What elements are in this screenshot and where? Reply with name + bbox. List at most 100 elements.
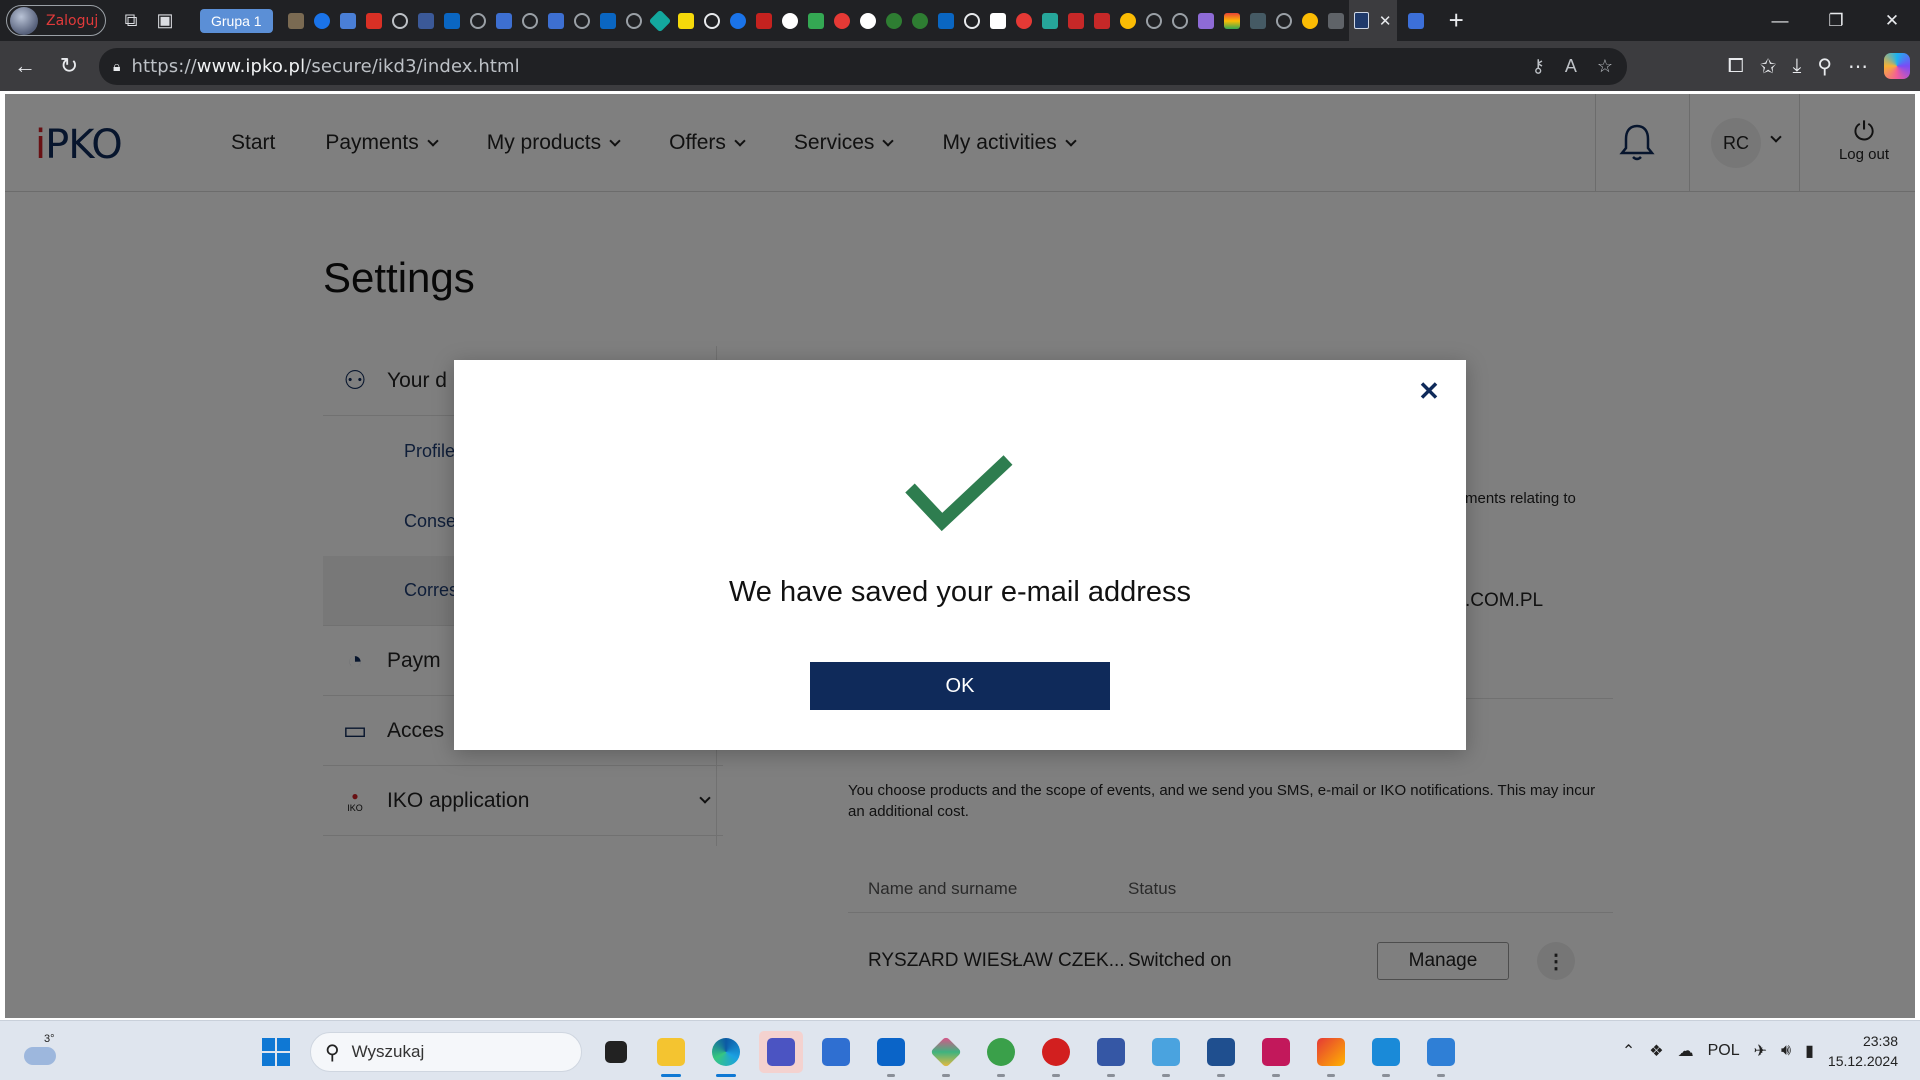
task-view-icon[interactable] [594,1031,638,1073]
tab-favicon[interactable] [1115,8,1141,34]
confirmation-dialog: ✕ We have saved your e-mail address OK [454,360,1466,750]
monitor-app-icon[interactable] [1144,1031,1188,1077]
start-button[interactable] [262,1038,290,1066]
tab-favicon[interactable] [907,8,933,34]
tab-favicon[interactable] [491,8,517,34]
checkmark-icon [905,455,1013,532]
tab-group-chip[interactable]: Grupa 1 [200,8,273,33]
profile-button[interactable]: Zaloguj [6,5,106,36]
app-icon[interactable] [924,1031,968,1077]
tab-favicon[interactable] [959,8,985,34]
tab-favicon[interactable] [1011,8,1037,34]
store-icon[interactable] [814,1031,858,1073]
favorite-star-icon[interactable]: ☆ [1597,56,1613,77]
dropbox-icon[interactable]: ❖ [1649,1041,1663,1061]
key-icon[interactable]: ⚷ [1532,56,1545,77]
back-icon[interactable]: ← [3,48,47,84]
tab-favicon[interactable] [1403,8,1429,34]
tab-favicon[interactable] [647,8,673,34]
tab-favicon[interactable] [699,8,725,34]
tab-favicon[interactable] [569,8,595,34]
tab-favicon[interactable] [595,8,621,34]
media-app-icon[interactable] [1254,1031,1298,1077]
language-indicator[interactable]: POL [1708,1042,1740,1060]
tab-favicon[interactable] [829,8,855,34]
close-icon[interactable]: ✕ [1414,376,1444,406]
read-aloud-icon[interactable]: A [1565,56,1577,77]
tab-favicon[interactable] [1063,8,1089,34]
address-bar[interactable]: 🔒︎ https://www.ipko.pl/secure/ikd3/index… [99,48,1627,85]
minimize-icon[interactable]: — [1752,0,1808,41]
tab-favicon[interactable] [985,8,1011,34]
ok-button[interactable]: OK [810,662,1110,710]
photos-icon[interactable] [1419,1031,1463,1077]
tab-favicon[interactable] [1089,8,1115,34]
tab-actions-icon[interactable]: ▣ [148,6,182,36]
restore-icon[interactable]: ❐ [1808,0,1864,41]
file-explorer-icon[interactable] [649,1031,693,1077]
taskbar-search[interactable]: ⚲ Wyszukaj [310,1032,582,1072]
tab-favicon[interactable] [803,8,829,34]
window-close-icon[interactable]: ✕ [1864,0,1920,41]
edge-icon[interactable] [704,1031,748,1077]
url-text: https://www.ipko.pl/secure/ikd3/index.ht… [131,56,520,77]
tab-favicon[interactable] [361,8,387,34]
snipping-tool-icon[interactable] [1309,1031,1353,1077]
tab-favicon[interactable] [335,8,361,34]
tab-favicon[interactable] [1245,8,1271,34]
favorites-icon[interactable]: ✩ [1760,54,1777,79]
airplane-icon[interactable]: ✈ [1754,1041,1767,1061]
search-icon: ⚲ [325,1041,340,1064]
globe-app-icon[interactable] [979,1031,1023,1077]
tab-favicon[interactable] [725,8,751,34]
share-icon[interactable]: ⚲ [1817,54,1832,79]
red-app-icon[interactable] [1034,1031,1078,1077]
network-app-icon[interactable] [1089,1031,1133,1077]
virtualbox-icon[interactable] [1199,1031,1243,1077]
tab-favicon[interactable] [413,8,439,34]
outlook-icon[interactable] [869,1031,913,1077]
tab-favicon[interactable] [1193,8,1219,34]
vscode-icon[interactable] [1364,1031,1408,1077]
tab-favicon[interactable] [1323,8,1349,34]
tab-close-icon[interactable]: ✕ [1379,12,1392,30]
tab-favicon[interactable] [777,8,803,34]
downloads-icon[interactable]: ⤓ [1793,55,1802,78]
more-menu-icon[interactable]: ⋯ [1848,54,1868,79]
tab-favicon[interactable] [621,8,647,34]
tab-favicon[interactable] [283,8,309,34]
battery-icon[interactable]: ▮ [1805,1041,1814,1061]
tab-favicon[interactable] [933,8,959,34]
tab-favicon[interactable] [1219,8,1245,34]
tab-favicon[interactable] [673,8,699,34]
reload-icon[interactable]: ↻ [47,48,91,84]
tab-favicon[interactable] [1037,8,1063,34]
tab-favicon[interactable] [881,8,907,34]
volume-icon[interactable]: 🔊︎ [1781,1042,1791,1060]
extensions-icon[interactable]: ⧠ [1728,55,1744,78]
tab-favicon[interactable] [517,8,543,34]
tab-favicon[interactable] [1271,8,1297,34]
save-app-icon[interactable] [759,1031,803,1073]
tab-favicon[interactable] [309,8,335,34]
onedrive-icon[interactable]: ☁ [1678,1041,1694,1061]
ipko-page: iPKO Start Payments My products Offers S… [5,94,1915,1018]
tab-favicon[interactable] [387,8,413,34]
clock[interactable]: 23:38 15.12.2024 [1828,1031,1898,1071]
tab-favicon[interactable] [543,8,569,34]
tab-favicon[interactable] [465,8,491,34]
tab-favicon[interactable] [1141,8,1167,34]
copilot-icon[interactable] [1884,53,1910,79]
chevron-up-icon[interactable]: ⌃ [1622,1041,1635,1061]
new-tab-icon[interactable]: + [1449,5,1464,36]
workspaces-icon[interactable]: ⧉ [114,6,148,36]
lock-icon[interactable]: 🔒︎ [113,58,120,75]
active-tab[interactable]: ✕ [1348,0,1397,41]
tab-favicon[interactable] [751,8,777,34]
tab-favicon[interactable] [439,8,465,34]
weather-widget[interactable]: 3° [22,1031,62,1071]
tab-favicon[interactable] [1167,8,1193,34]
tab-favicon[interactable] [855,8,881,34]
tab-favicon[interactable] [1297,8,1323,34]
address-bar-actions: ⚷ A ☆ [1532,48,1613,85]
